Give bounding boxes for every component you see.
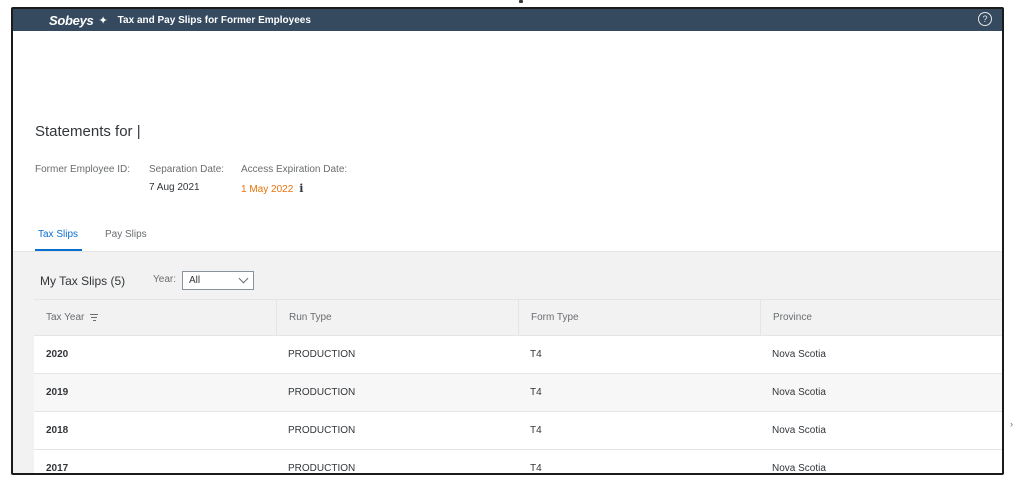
- edge-mark: ›: [1010, 419, 1013, 429]
- cell-form-type: T4: [530, 349, 542, 360]
- cell-tax-year: 2019: [46, 387, 69, 398]
- info-icon[interactable]: i: [299, 182, 303, 195]
- column-header-label: Tax Year: [46, 312, 85, 323]
- app-window: Sobeys ✦ Tax and Pay Slips for Former Em…: [11, 7, 1004, 475]
- year-filter-label: Year:: [153, 274, 176, 285]
- cell-run-type: PRODUCTION: [288, 349, 356, 360]
- top-edge-mark: [519, 0, 523, 3]
- separation-date-field: Separation Date: 7 Aug 2021: [149, 164, 224, 193]
- cell-tax-year: 2017: [46, 463, 69, 474]
- sort-icon[interactable]: [90, 312, 99, 323]
- column-header-tax-year[interactable]: Tax Year: [34, 300, 276, 336]
- brand-logo-icon: ✦: [98, 14, 108, 27]
- chevron-down-icon: [238, 273, 249, 284]
- tab-pay-slips[interactable]: Pay Slips: [105, 229, 147, 240]
- access-expiration-field: Access Expiration Date: 1 May 2022 i: [241, 164, 347, 195]
- cell-run-type: PRODUCTION: [288, 425, 356, 436]
- cell-form-type: T4: [530, 387, 542, 398]
- column-header-run-type[interactable]: Run Type: [276, 300, 518, 336]
- table-row[interactable]: 2017 PRODUCTION T4 Nova Scotia: [34, 450, 1002, 474]
- table-header: Tax Year Run Type Form Type Province: [34, 299, 1002, 336]
- help-icon[interactable]: ?: [978, 12, 992, 26]
- year-select[interactable]: All: [182, 271, 254, 290]
- cell-province: Nova Scotia: [772, 463, 826, 474]
- tab-tax-slips[interactable]: Tax Slips: [38, 229, 78, 240]
- employee-id-label: Former Employee ID:: [35, 164, 131, 175]
- cell-run-type: PRODUCTION: [288, 463, 356, 474]
- cell-tax-year: 2018: [46, 425, 69, 436]
- access-expiration-value-row: 1 May 2022 i: [241, 182, 347, 195]
- separation-date-value: 7 Aug 2021: [149, 182, 200, 193]
- shell-bar: Sobeys ✦ Tax and Pay Slips for Former Em…: [13, 9, 1002, 31]
- tax-slips-section: My Tax Slips (5) Year: All Tax Year Run …: [13, 252, 1002, 473]
- cell-province: Nova Scotia: [772, 349, 826, 360]
- cell-form-type: T4: [530, 425, 542, 436]
- separation-date-label: Separation Date:: [149, 164, 225, 175]
- tax-slips-title: My Tax Slips (5): [40, 274, 126, 288]
- brand-logo[interactable]: Sobeys: [49, 13, 94, 28]
- column-header-form-type[interactable]: Form Type: [518, 300, 760, 336]
- table-row[interactable]: 2018 PRODUCTION T4 Nova Scotia: [34, 412, 1002, 450]
- table-row[interactable]: 2019 PRODUCTION T4 Nova Scotia: [34, 374, 1002, 412]
- tax-slips-table: Tax Year Run Type Form Type Province 202…: [34, 299, 1002, 473]
- cell-tax-year: 2020: [46, 349, 69, 360]
- year-select-value: All: [189, 275, 201, 286]
- employee-id-field: Former Employee ID:: [35, 164, 130, 182]
- access-expiration-label: Access Expiration Date:: [241, 164, 348, 175]
- table-row[interactable]: 2020 PRODUCTION T4 Nova Scotia: [34, 336, 1002, 374]
- cell-form-type: T4: [530, 463, 542, 474]
- page-title: Statements for |: [35, 123, 141, 140]
- app-title: Tax and Pay Slips for Former Employees: [117, 14, 311, 26]
- cell-province: Nova Scotia: [772, 387, 826, 398]
- cell-province: Nova Scotia: [772, 425, 826, 436]
- column-header-province[interactable]: Province: [760, 300, 1002, 336]
- access-expiration-value: 1 May 2022: [241, 184, 294, 195]
- cell-run-type: PRODUCTION: [288, 387, 356, 398]
